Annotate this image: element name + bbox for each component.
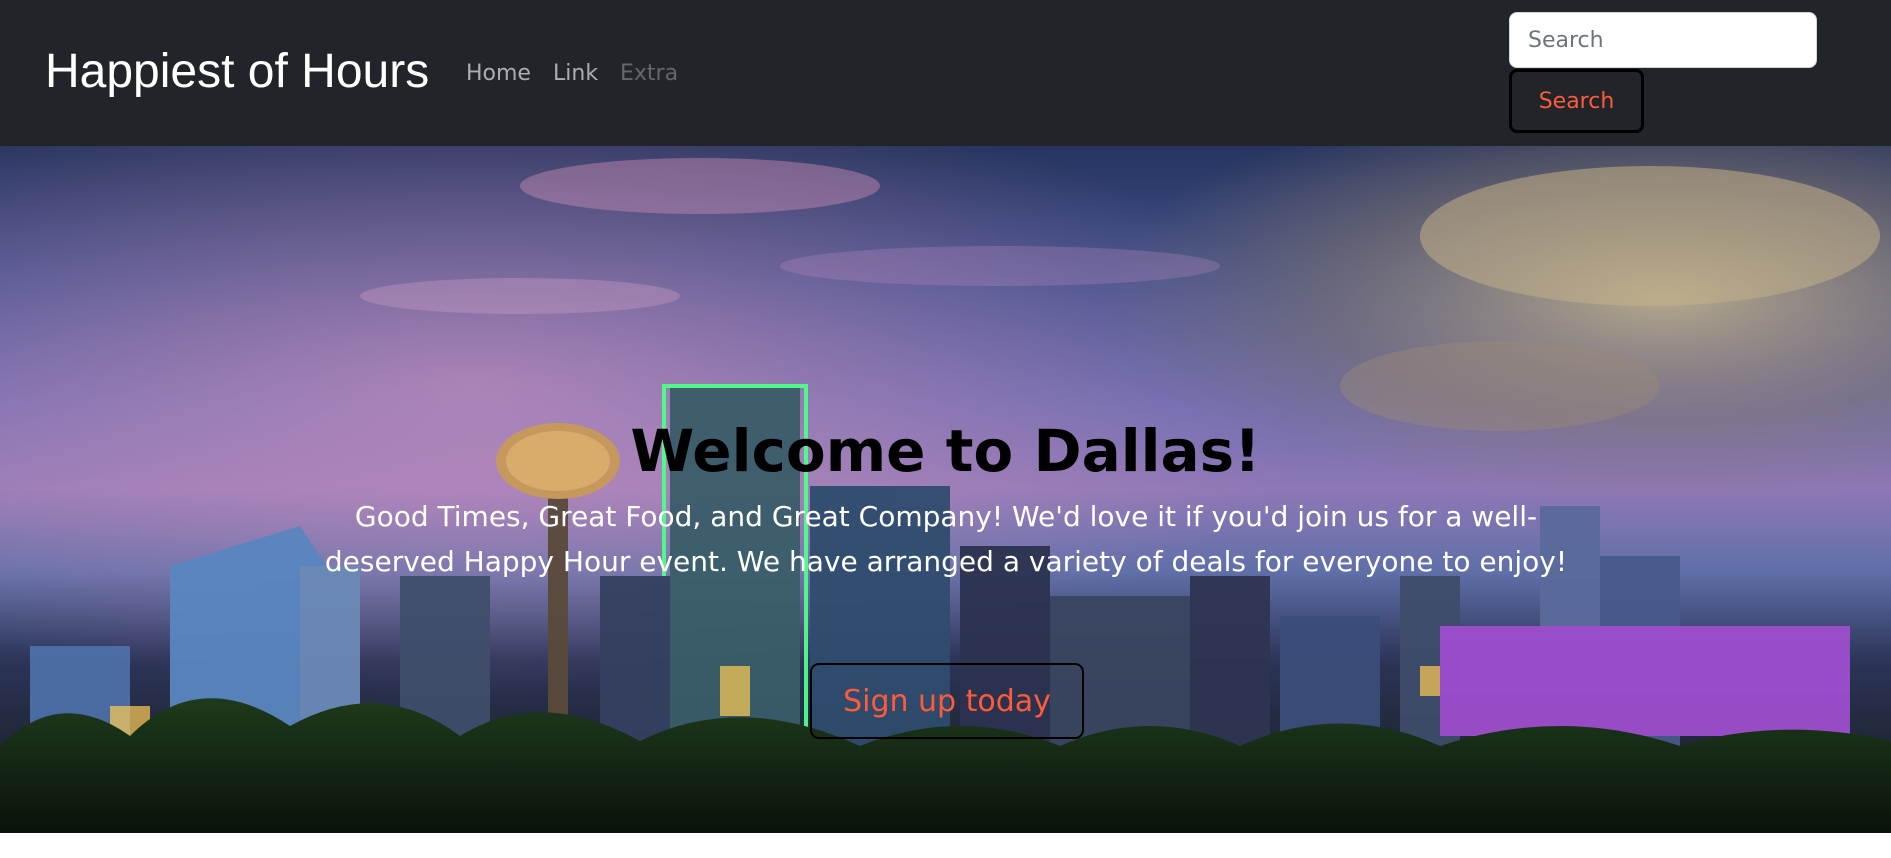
hero-description: Good Times, Great Food, and Great Compan… [324,500,1568,578]
brand-logo-text[interactable]: Happiest of Hours [45,44,429,100]
sign-up-button[interactable]: Sign up today [810,663,1084,739]
search-input[interactable] [1509,12,1817,68]
hero-section: Welcome to Dallas! Good Times, Great Foo… [0,146,1891,833]
nav-link-extra: Extra [620,61,679,86]
nav-link-link[interactable]: Link [553,60,598,88]
hero-title: Welcome to Dallas! [630,417,1261,485]
navbar: Happiest of Hours Home Link Extra Search [0,0,1891,146]
nav-link-home[interactable]: Home [466,60,531,88]
search-button[interactable]: Search [1509,69,1644,133]
